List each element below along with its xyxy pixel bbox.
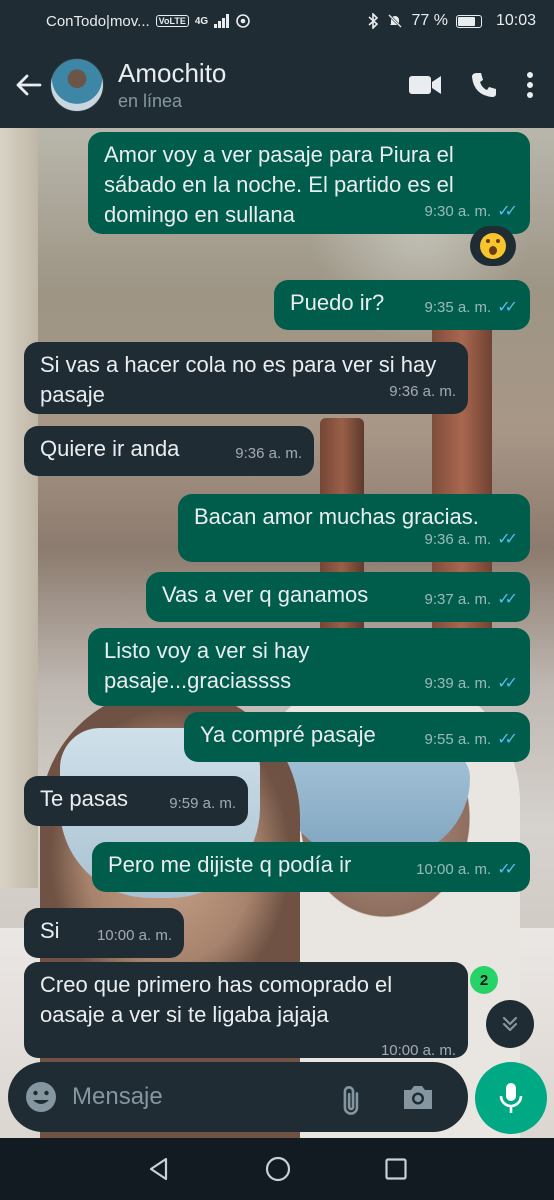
nav-back-icon[interactable] [146, 1156, 172, 1182]
read-ticks-icon: ✓✓ [497, 299, 518, 316]
compose-bar [0, 1050, 554, 1138]
read-ticks-icon: ✓✓ [497, 531, 518, 548]
video-call-icon[interactable] [408, 73, 442, 97]
message-time: 9:36 a. m. [235, 445, 302, 462]
system-nav-bar [0, 1138, 554, 1200]
read-ticks-icon: ✓✓ [497, 675, 518, 692]
message-time: 9:37 a. m. [424, 591, 492, 608]
message-time: 9:55 a. m. [424, 731, 492, 748]
chevron-down-icon [502, 1016, 518, 1032]
message-time: 9:30 a. m. [424, 203, 492, 220]
chat-area[interactable]: Amor voy a ver pasaje para Piura el sába… [0, 128, 554, 1138]
volte-badge: VoLTE [155, 15, 189, 27]
read-ticks-icon: ✓✓ [497, 731, 518, 748]
message-bubble-outgoing[interactable]: Ya compré pasaje 9:55 a. m. ✓✓ [184, 712, 530, 762]
carrier-label: ConTodo|mov... [46, 12, 150, 30]
contact-info[interactable]: Amochito en línea [118, 58, 226, 112]
phone-icon[interactable] [470, 71, 498, 99]
message-bubble-incoming[interactable]: Si 10:00 a. m. [24, 908, 184, 958]
mute-bell-icon [388, 14, 403, 28]
unread-count-badge: 2 [470, 966, 498, 994]
attach-icon[interactable] [334, 1079, 370, 1115]
message-text: Creo que primero has comoprado el oasaje… [40, 972, 393, 1027]
message-time: 9:36 a. m. [389, 383, 456, 400]
camera-icon[interactable] [400, 1079, 436, 1115]
message-bubble-outgoing[interactable]: Pero me dijiste q podía ir 10:00 a. m. ✓✓ [92, 842, 530, 892]
chrome-icon [236, 14, 250, 28]
read-ticks-icon: ✓✓ [497, 591, 518, 608]
scroll-to-bottom-button[interactable] [486, 1000, 534, 1048]
message-bubble-outgoing[interactable]: Listo voy a ver si hay pasaje...graciass… [88, 628, 530, 706]
emoji-icon[interactable] [24, 1080, 58, 1114]
voice-message-button[interactable] [475, 1062, 547, 1134]
clock: 10:03 [495, 12, 536, 29]
message-time: 10:00 a. m. [96, 927, 172, 944]
mic-icon [499, 1083, 523, 1113]
read-ticks-icon: ✓✓ [497, 861, 518, 878]
read-ticks-icon: ✓✓ [497, 203, 518, 220]
nav-recents-icon[interactable] [384, 1157, 408, 1181]
status-bar: ConTodo|mov... VoLTE 4G 77 % 10:03 [0, 0, 554, 42]
wallpaper-pillar [0, 128, 38, 888]
signal-icon [214, 14, 230, 28]
message-bubble-outgoing[interactable]: Amor voy a ver pasaje para Piura el sába… [88, 132, 530, 234]
battery-icon [455, 14, 482, 28]
message-text: Listo voy a ver si hay pasaje...graciass… [104, 638, 310, 693]
avatar[interactable] [50, 58, 104, 112]
message-bubble-incoming[interactable]: Creo que primero has comoprado el oasaje… [24, 962, 468, 1059]
contact-status: en línea [118, 91, 183, 111]
reaction-badge[interactable] [470, 226, 516, 266]
message-bubble-outgoing[interactable]: Vas a ver q ganamos 9:37 a. m. ✓✓ [146, 572, 530, 622]
message-time: 9:39 a. m. [424, 675, 492, 692]
message-bubble-incoming[interactable]: Quiere ir anda 9:36 a. m. [24, 426, 314, 476]
battery-percent: 77 % [411, 12, 448, 29]
bluetooth-icon [368, 13, 379, 29]
nav-home-icon[interactable] [264, 1155, 292, 1183]
message-bubble-outgoing[interactable]: Puedo ir? 9:35 a. m. ✓✓ [274, 280, 530, 330]
more-vert-icon[interactable] [526, 71, 534, 99]
message-input-container [8, 1062, 468, 1132]
message-time: 9:59 a. m. [169, 795, 236, 812]
message-bubble-incoming[interactable]: Si vas a hacer cola no es para ver si ha… [24, 342, 468, 414]
chat-header: Amochito en línea [0, 42, 554, 128]
message-time: 9:36 a. m. [424, 531, 492, 548]
contact-name: Amochito [118, 58, 227, 88]
message-time: 10:00 a. m. [416, 861, 492, 878]
message-bubble-incoming[interactable]: Te pasas 9:59 a. m. [24, 776, 248, 826]
back-button[interactable] [6, 63, 50, 107]
message-time: 9:35 a. m. [424, 299, 492, 316]
message-input[interactable] [72, 1083, 322, 1111]
message-bubble-outgoing[interactable]: Bacan amor muchas gracias. 9:36 a. m. ✓✓ [178, 494, 530, 562]
astonished-emoji-icon [480, 233, 506, 259]
network-label: 4G [194, 15, 209, 27]
back-arrow-icon [16, 74, 42, 96]
